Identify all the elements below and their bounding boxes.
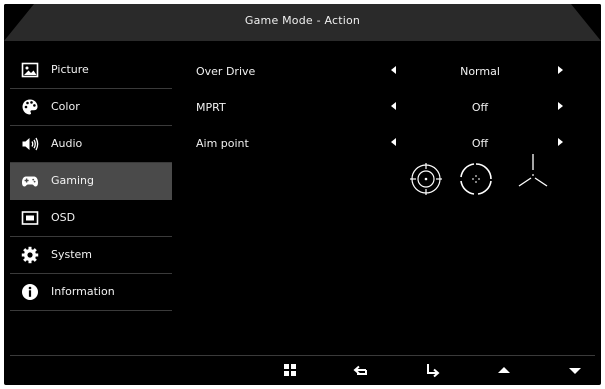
gamepad-icon — [22, 176, 38, 187]
sidebar-item-label: Picture — [51, 63, 89, 76]
sidebar-item-label: OSD — [51, 211, 76, 224]
osd-icon — [21, 211, 39, 225]
crosshair-circle-icon[interactable] — [409, 162, 443, 196]
aim-point-styles — [409, 154, 559, 202]
setting-row-over-drive[interactable]: Over Drive Normal — [190, 56, 590, 92]
sidebar-item-osd[interactable]: OSD — [10, 200, 172, 237]
sidebar: Picture Color Audio Gaming OSD System In… — [10, 52, 172, 311]
setting-value: Normal — [460, 65, 500, 78]
osd-window: Game Mode - Action Picture Color Audio G… — [4, 4, 601, 385]
down-icon[interactable] — [566, 362, 584, 378]
sidebar-item-label: Information — [51, 285, 115, 298]
arrow-left-icon[interactable] — [391, 66, 396, 74]
sidebar-item-label: Gaming — [51, 174, 94, 187]
crosshair-tri-icon[interactable] — [513, 152, 553, 196]
arrow-right-icon[interactable] — [558, 138, 563, 146]
info-icon — [22, 284, 38, 300]
sidebar-item-picture[interactable]: Picture — [10, 52, 172, 89]
up-icon[interactable] — [495, 362, 513, 378]
palette-icon — [22, 99, 38, 115]
sidebar-item-label: System — [51, 248, 93, 261]
settings-panel: Over Drive Normal MPRT Off Aim point Off — [190, 56, 590, 164]
footer-bar — [4, 356, 601, 385]
arrow-right-icon[interactable] — [558, 102, 563, 110]
setting-value: Off — [471, 137, 489, 150]
crosshair-dot-circle-icon[interactable] — [459, 162, 493, 196]
sidebar-item-label: Color — [51, 100, 80, 113]
setting-name: Aim point — [196, 137, 249, 150]
setting-name: Over Drive — [196, 65, 256, 78]
menu-grid-icon[interactable] — [281, 362, 299, 378]
page-title: Game Mode - Action — [244, 14, 361, 27]
picture-icon — [21, 62, 39, 78]
setting-value: Off — [471, 101, 489, 114]
sidebar-item-audio[interactable]: Audio — [10, 126, 172, 163]
arrow-right-icon[interactable] — [558, 66, 563, 74]
setting-row-mprt[interactable]: MPRT Off — [190, 92, 590, 128]
enter-icon[interactable] — [424, 362, 442, 378]
gear-icon — [21, 246, 39, 264]
back-icon[interactable] — [352, 362, 370, 378]
arrow-left-icon[interactable] — [391, 138, 396, 146]
speaker-icon — [22, 137, 39, 151]
sidebar-item-label: Audio — [51, 137, 83, 150]
sidebar-item-system[interactable]: System — [10, 237, 172, 274]
arrow-left-icon[interactable] — [391, 102, 396, 110]
sidebar-item-color[interactable]: Color — [10, 89, 172, 126]
sidebar-item-gaming[interactable]: Gaming — [10, 163, 172, 200]
setting-name: MPRT — [196, 101, 226, 114]
sidebar-item-information[interactable]: Information — [10, 274, 172, 311]
title-bar: Game Mode - Action — [4, 4, 601, 41]
